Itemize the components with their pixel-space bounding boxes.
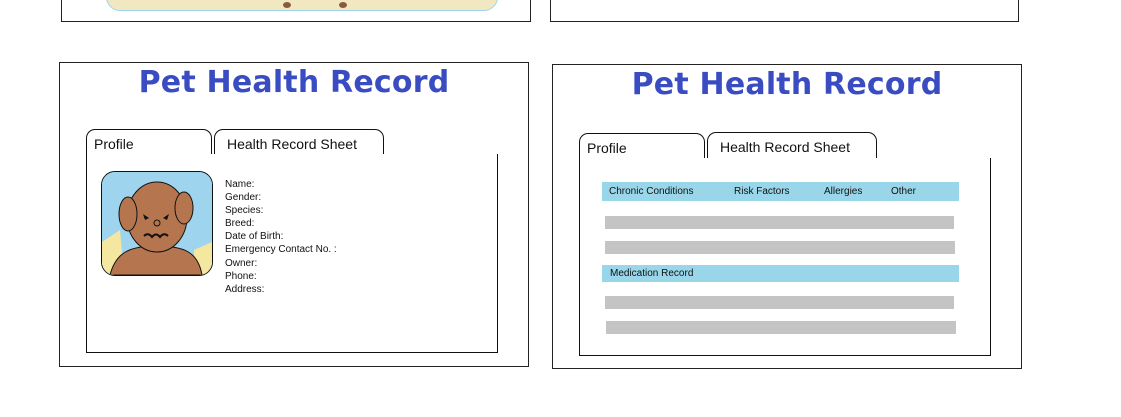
condition-row-placeholder xyxy=(605,216,954,229)
medication-row-placeholder xyxy=(605,296,954,309)
condition-row-placeholder xyxy=(605,241,955,254)
health-record-panel: Chronic Conditions Risk Factors Allergie… xyxy=(579,158,991,356)
top-card-dot-1 xyxy=(283,2,291,8)
profile-field-breed: Breed: xyxy=(225,218,255,229)
header-medication-record: Medication Record xyxy=(610,268,694,279)
profile-field-name: Name: xyxy=(225,179,255,190)
tab-profile[interactable]: Profile xyxy=(86,129,212,155)
medication-header-row: Medication Record xyxy=(602,265,959,282)
page-title: Pet Health Record xyxy=(138,65,450,100)
page-title: Pet Health Record xyxy=(631,67,943,102)
profile-field-owner: Owner: xyxy=(225,258,258,269)
profile-field-address: Address: xyxy=(225,284,265,295)
profile-panel: Name: Gender: Species: Breed: Date of Bi… xyxy=(86,154,498,353)
medication-row-placeholder xyxy=(606,321,956,334)
profile-field-gender: Gender: xyxy=(225,192,262,203)
tab-profile[interactable]: Profile xyxy=(579,133,705,159)
header-chronic-conditions: Chronic Conditions xyxy=(609,186,694,197)
header-allergies: Allergies xyxy=(824,186,863,197)
profile-field-species: Species: xyxy=(225,205,264,216)
profile-field-emergency-contact: Emergency Contact No. : xyxy=(225,244,337,255)
health-record-card: Pet Health Record Profile Health Record … xyxy=(552,64,1022,369)
top-card-right-partial xyxy=(550,0,1019,22)
profile-field-phone: Phone: xyxy=(225,271,257,282)
pet-avatar-icon xyxy=(101,171,213,276)
profile-card: Pet Health Record Profile Health Record … xyxy=(59,62,529,367)
conditions-header-row: Chronic Conditions Risk Factors Allergie… xyxy=(602,182,959,201)
tab-health-record-sheet[interactable]: Health Record Sheet xyxy=(707,132,877,158)
pet-avatar-svg xyxy=(102,172,212,275)
top-card-dot-2 xyxy=(339,2,347,8)
top-card-image-strip xyxy=(106,0,498,11)
tab-health-record-sheet[interactable]: Health Record Sheet xyxy=(214,129,384,155)
header-risk-factors: Risk Factors xyxy=(734,186,790,197)
top-card-left-partial xyxy=(61,0,531,22)
header-other: Other xyxy=(891,186,917,197)
profile-field-date-of-birth: Date of Birth: xyxy=(225,231,284,242)
